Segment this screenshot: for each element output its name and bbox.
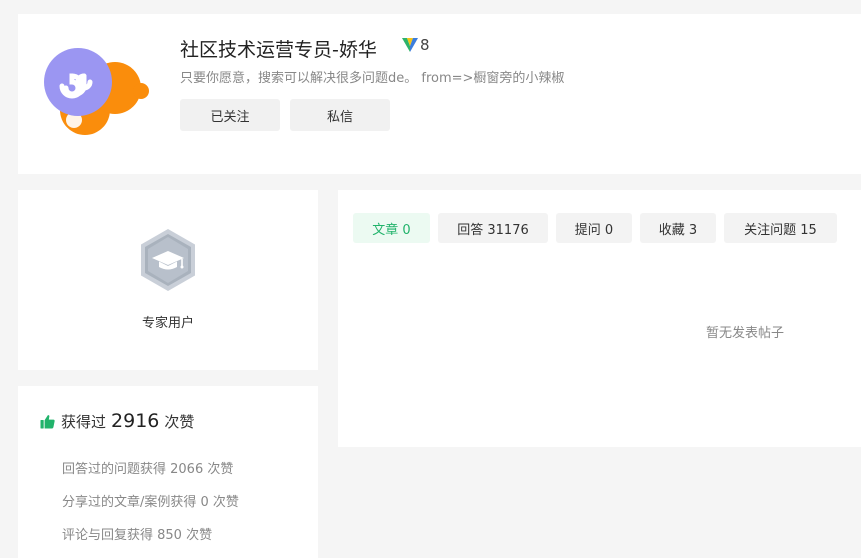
tab-articles[interactable]: 文章 0	[353, 213, 430, 243]
tab-questions[interactable]: 提问 0	[556, 213, 632, 243]
likes-total-count: 2916	[111, 410, 160, 432]
likes-summary: 获得过 2916 次赞	[40, 410, 194, 432]
private-message-button[interactable]: 私信	[290, 99, 390, 131]
profile-card: 社区技术运营专员-娇华 8 只要你愿意，搜索可以解决很多问题de。 from=>…	[18, 14, 861, 174]
likes-from-comments: 评论与回复获得 850 次赞	[62, 528, 213, 543]
vip-v-icon	[402, 38, 418, 52]
likes-card: 获得过 2916 次赞 回答过的问题获得 2066 次赞 分享过的文章/案例获得…	[18, 386, 318, 558]
avatar[interactable]	[44, 48, 154, 158]
content-card: 文章 0 回答 31176 提问 0 收藏 3 关注问题 15 暂无发表帖子	[338, 190, 861, 447]
user-bio: 只要你愿意，搜索可以解决很多问题de。 from=>橱窗旁的小辣椒	[180, 71, 565, 86]
tab-favorites[interactable]: 收藏 3	[640, 213, 716, 243]
likes-prefix: 获得过	[61, 412, 107, 431]
likes-from-articles: 分享过的文章/案例获得 0 次赞	[62, 495, 239, 510]
vip-level: 8	[420, 36, 430, 54]
likes-from-answers: 回答过的问题获得 2066 次赞	[62, 462, 234, 477]
tab-followed-questions[interactable]: 关注问题 15	[724, 213, 837, 243]
likes-suffix: 次赞	[164, 412, 195, 431]
expert-card: 专家用户	[18, 190, 318, 370]
thumbs-up-icon	[40, 414, 55, 428]
graduation-cap-hexagon-icon	[141, 229, 195, 291]
follow-button[interactable]: 已关注	[180, 99, 280, 131]
empty-state-text: 暂无发表帖子	[706, 326, 785, 341]
tab-answers[interactable]: 回答 31176	[438, 213, 548, 243]
vip-badge: 8	[402, 36, 430, 54]
expert-user-label: 专家用户	[141, 316, 194, 331]
username: 社区技术运营专员-娇华	[180, 39, 377, 61]
